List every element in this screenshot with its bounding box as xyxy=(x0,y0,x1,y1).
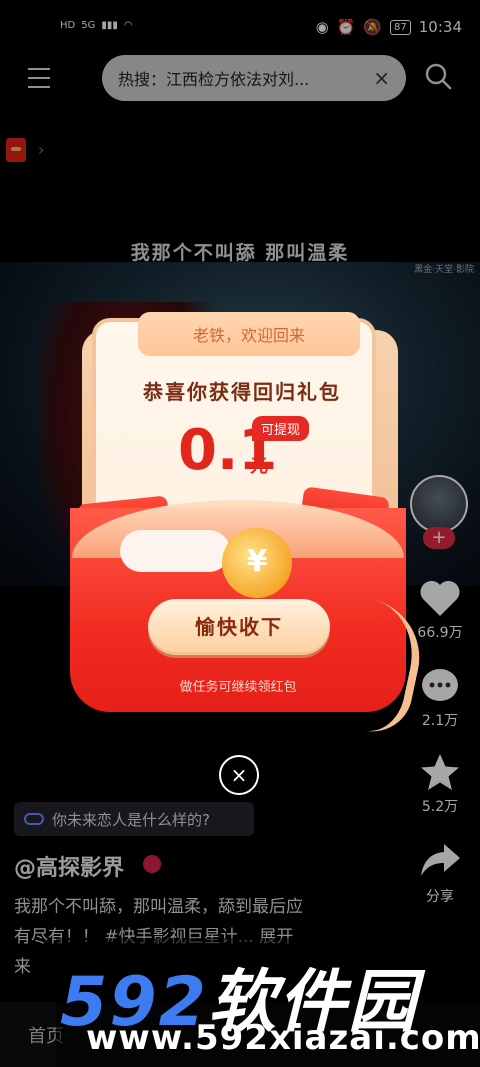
popup-title: 恭喜你获得回归礼包 xyxy=(143,380,341,404)
close-popup-button[interactable]: × xyxy=(219,755,259,795)
popup-welcome-tab: 老铁，欢迎回来 xyxy=(138,312,360,356)
task-hint: 做任务可继续领红包 xyxy=(179,680,297,695)
collect-reward-button[interactable]: 愉快收下 xyxy=(148,599,330,655)
cloud-decoration xyxy=(120,530,230,572)
site-watermark-url: www.592xiazai.com xyxy=(86,1018,480,1058)
withdrawable-badge: 可提现 xyxy=(252,416,310,441)
reward-unit: 元 xyxy=(250,456,268,477)
coin-symbol: ¥ xyxy=(246,544,268,579)
gold-coin-icon: ¥ xyxy=(222,528,292,598)
